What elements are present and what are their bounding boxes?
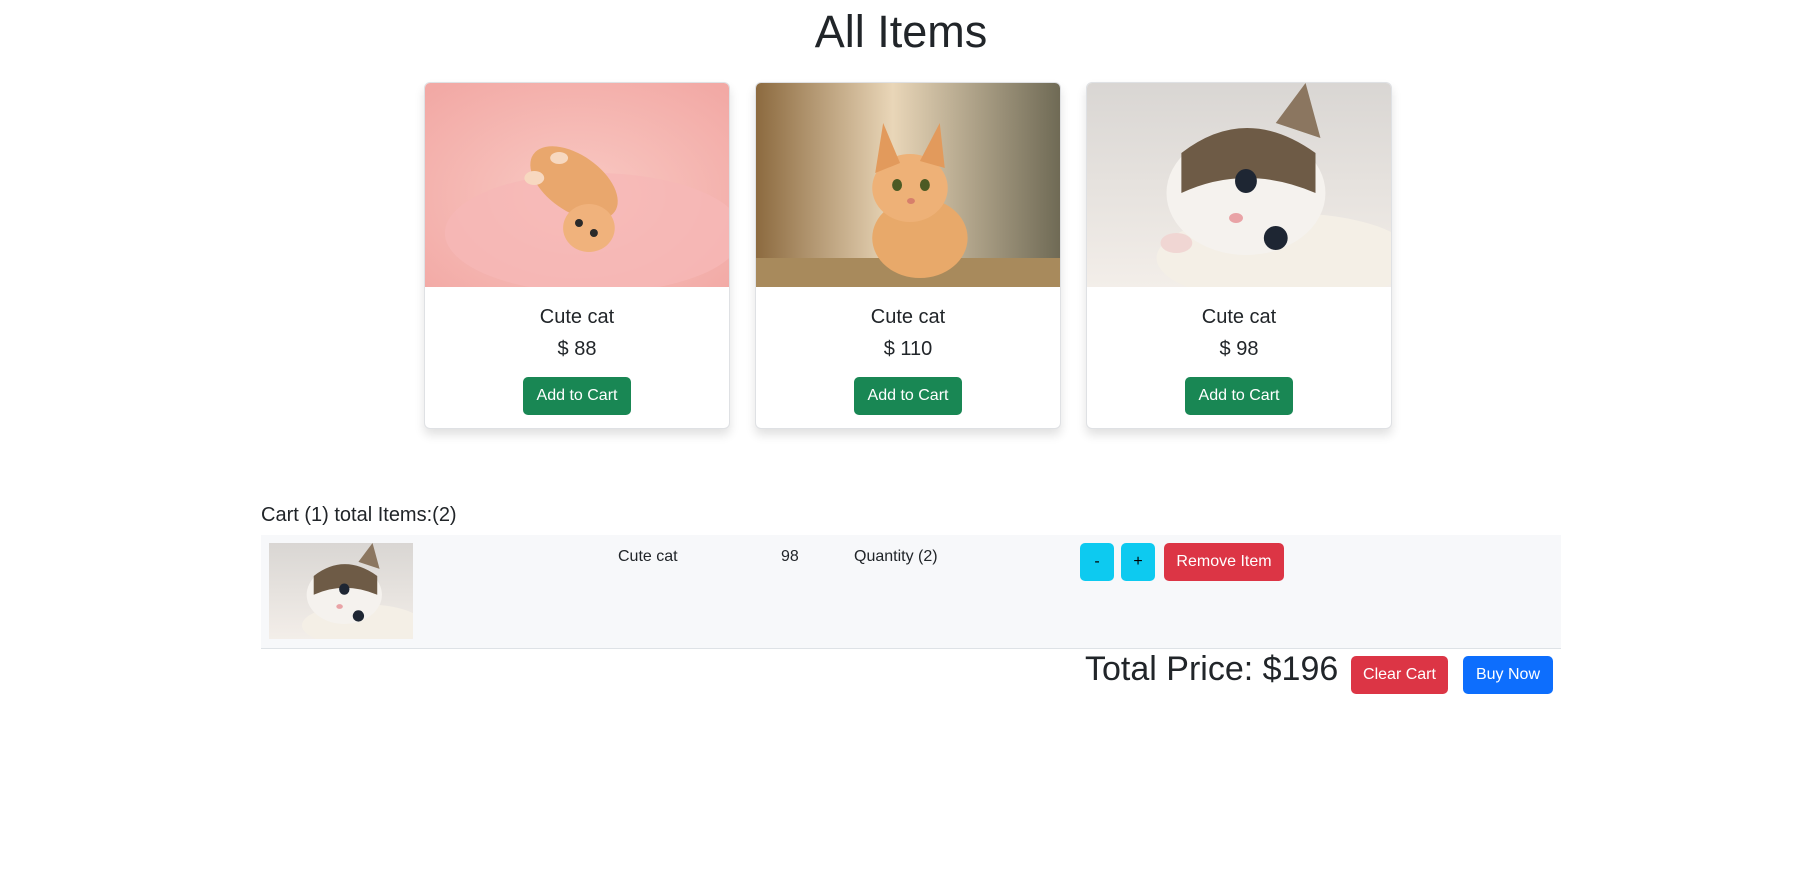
- product-card: Cute cat $ 88 Add to Cart: [424, 82, 730, 429]
- cart-item-price: 98: [781, 548, 799, 565]
- cart-item-name: Cute cat: [618, 548, 678, 565]
- product-price: $ 88: [557, 338, 597, 360]
- cart-heading: Cart (1) total Items:(2): [261, 504, 457, 526]
- remove-item-button[interactable]: Remove Item: [1164, 543, 1284, 581]
- add-to-cart-button[interactable]: Add to Cart: [854, 377, 962, 415]
- product-title: Cute cat: [1201, 306, 1277, 328]
- add-to-cart-button[interactable]: Add to Cart: [1185, 377, 1293, 415]
- cart-item-row: Cute cat 98 Quantity (2) - + Remove Item: [261, 535, 1561, 649]
- total-price: Total Price: $196: [1085, 650, 1339, 688]
- product-price: $ 98: [1219, 338, 1259, 360]
- product-card: Cute cat $ 110 Add to Cart: [755, 82, 1061, 429]
- cart-item-image: [269, 543, 413, 639]
- product-price: $ 110: [883, 338, 933, 360]
- product-image: [425, 83, 729, 287]
- decrement-quantity-button[interactable]: -: [1080, 543, 1114, 581]
- product-title: Cute cat: [870, 306, 946, 328]
- page-title: All Items: [814, 6, 988, 57]
- clear-cart-button[interactable]: Clear Cart: [1351, 656, 1448, 694]
- product-card: Cute cat $ 98 Add to Cart: [1086, 82, 1392, 429]
- add-to-cart-button[interactable]: Add to Cart: [523, 377, 631, 415]
- product-image: [1087, 83, 1391, 287]
- cart-item-quantity: Quantity (2): [854, 548, 938, 565]
- product-image: [756, 83, 1060, 287]
- increment-quantity-button[interactable]: +: [1121, 543, 1155, 581]
- buy-now-button[interactable]: Buy Now: [1463, 656, 1553, 694]
- product-title: Cute cat: [539, 306, 615, 328]
